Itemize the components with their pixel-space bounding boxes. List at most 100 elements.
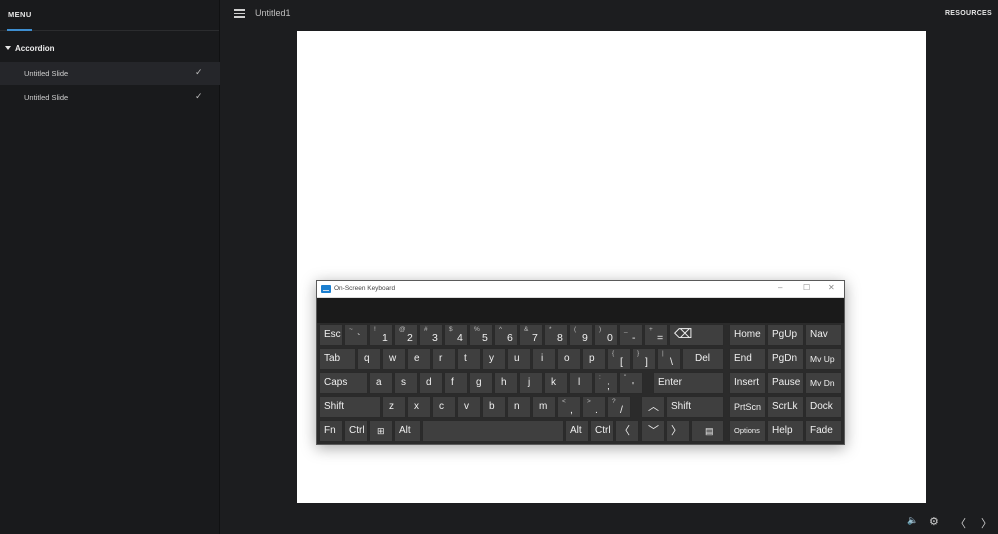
- arrow-left-icon[interactable]: 〈: [615, 420, 639, 442]
- key-1[interactable]: ! 1: [369, 324, 393, 346]
- player-controls: 🔈 ⚙ 〈 〉: [900, 512, 998, 532]
- key-shift-left[interactable]: Shift: [319, 396, 381, 418]
- key-e[interactable]: e: [407, 348, 431, 370]
- minimize-icon[interactable]: –: [778, 283, 782, 292]
- key-prtscn[interactable]: PrtScn: [729, 396, 766, 418]
- key-2[interactable]: @2: [394, 324, 418, 346]
- key-period[interactable]: >.: [582, 396, 606, 418]
- key-insert[interactable]: Insert: [729, 372, 766, 394]
- arrow-up-icon[interactable]: ︿: [641, 396, 665, 418]
- key-nav[interactable]: Nav: [805, 324, 842, 346]
- key-m[interactable]: m: [532, 396, 556, 418]
- key-3[interactable]: #3: [419, 324, 443, 346]
- previous-slide-icon[interactable]: 〈: [955, 515, 966, 531]
- arrow-down-icon[interactable]: ﹀: [641, 420, 665, 442]
- key-z[interactable]: z: [382, 396, 406, 418]
- key-y[interactable]: y: [482, 348, 506, 370]
- key-left-bracket[interactable]: {[: [607, 348, 631, 370]
- key-c[interactable]: c: [432, 396, 456, 418]
- key-d[interactable]: d: [419, 372, 443, 394]
- key-pgup[interactable]: PgUp: [767, 324, 804, 346]
- next-slide-icon[interactable]: 〉: [981, 515, 992, 531]
- slide-item-2[interactable]: Untitled Slide ✓: [0, 86, 220, 109]
- key-caps[interactable]: Caps: [319, 372, 368, 394]
- arrow-right-icon[interactable]: 〉: [666, 420, 690, 442]
- key-p[interactable]: p: [582, 348, 606, 370]
- key-fn[interactable]: Fn: [319, 420, 343, 442]
- accordion-header[interactable]: Accordion: [0, 38, 220, 60]
- key-home[interactable]: Home: [729, 324, 766, 346]
- key-alt-right[interactable]: Alt: [565, 420, 589, 442]
- key-pgdn[interactable]: PgDn: [767, 348, 804, 370]
- key-scrlk[interactable]: ScrLk: [767, 396, 804, 418]
- key-backtick[interactable]: ~ `: [344, 324, 368, 346]
- key-semicolon[interactable]: :;: [594, 372, 618, 394]
- backspace-icon[interactable]: ⌫: [669, 324, 724, 346]
- key-s[interactable]: s: [394, 372, 418, 394]
- key-backslash[interactable]: | \: [657, 348, 681, 370]
- volume-icon[interactable]: 🔈: [907, 515, 918, 526]
- key-b[interactable]: b: [482, 396, 506, 418]
- maximize-icon[interactable]: ☐: [803, 283, 810, 292]
- key-ctrl-right[interactable]: Ctrl: [590, 420, 614, 442]
- key-esc[interactable]: Esc: [319, 324, 343, 346]
- key-x[interactable]: x: [407, 396, 431, 418]
- resources-button[interactable]: RESOURCES: [945, 10, 992, 17]
- key-dock[interactable]: Dock: [805, 396, 842, 418]
- close-icon[interactable]: ✕: [828, 283, 835, 292]
- key-w[interactable]: w: [382, 348, 406, 370]
- slide-item-1[interactable]: Untitled Slide ✓: [0, 62, 220, 85]
- key-g[interactable]: g: [469, 372, 493, 394]
- key-mv-dn[interactable]: Mv Dn: [805, 372, 842, 394]
- key-n[interactable]: n: [507, 396, 531, 418]
- key-8[interactable]: * 8: [544, 324, 568, 346]
- key-o[interactable]: o: [557, 348, 581, 370]
- windows-icon[interactable]: ⊞: [369, 420, 393, 442]
- key-a[interactable]: a: [369, 372, 393, 394]
- key-t[interactable]: t: [457, 348, 481, 370]
- key-quote[interactable]: " ': [619, 372, 643, 394]
- key-v[interactable]: v: [457, 396, 481, 418]
- key-h[interactable]: h: [494, 372, 518, 394]
- key-shift-glyph: ~: [349, 326, 353, 333]
- key-minus[interactable]: _ -: [619, 324, 643, 346]
- key-end[interactable]: End: [729, 348, 766, 370]
- key-glyph: ]: [645, 356, 648, 368]
- hamburger-menu-icon[interactable]: [234, 9, 245, 18]
- key-l[interactable]: l: [569, 372, 593, 394]
- key-fade[interactable]: Fade: [805, 420, 842, 442]
- key-enter[interactable]: Enter: [653, 372, 724, 394]
- key-slash[interactable]: ? /: [607, 396, 631, 418]
- key-shift-right[interactable]: Shift: [666, 396, 724, 418]
- key-options[interactable]: Options: [729, 420, 766, 442]
- settings-gear-icon[interactable]: ⚙: [929, 515, 939, 528]
- key-6[interactable]: ^ 6: [494, 324, 518, 346]
- osk-titlebar[interactable]: On-Screen Keyboard – ☐ ✕: [317, 281, 844, 298]
- key-5[interactable]: % 5: [469, 324, 493, 346]
- key-i[interactable]: i: [532, 348, 556, 370]
- key-alt-left[interactable]: Alt: [394, 420, 421, 442]
- key-ctrl-left[interactable]: Ctrl: [344, 420, 368, 442]
- key-pause[interactable]: Pause: [767, 372, 804, 394]
- key-del[interactable]: Del: [682, 348, 724, 370]
- key-equals[interactable]: + =: [644, 324, 668, 346]
- key-j[interactable]: j: [519, 372, 543, 394]
- key-mv-up[interactable]: Mv Up: [805, 348, 842, 370]
- menu-tab[interactable]: MENU: [0, 0, 219, 31]
- key-right-bracket[interactable]: }]: [632, 348, 656, 370]
- key-help[interactable]: Help: [767, 420, 804, 442]
- key-k[interactable]: k: [544, 372, 568, 394]
- key-u[interactable]: u: [507, 348, 531, 370]
- key-q[interactable]: q: [357, 348, 381, 370]
- key-r[interactable]: r: [432, 348, 456, 370]
- key-space[interactable]: [422, 420, 564, 442]
- context-menu-icon[interactable]: ▤: [691, 420, 724, 442]
- key-7[interactable]: & 7: [519, 324, 543, 346]
- key-comma[interactable]: <,: [557, 396, 581, 418]
- key-0[interactable]: ) 0: [594, 324, 618, 346]
- key-9[interactable]: (9: [569, 324, 593, 346]
- menu-label: MENU: [8, 10, 32, 19]
- key-f[interactable]: f: [444, 372, 468, 394]
- key-4[interactable]: $4: [444, 324, 468, 346]
- key-tab[interactable]: Tab: [319, 348, 356, 370]
